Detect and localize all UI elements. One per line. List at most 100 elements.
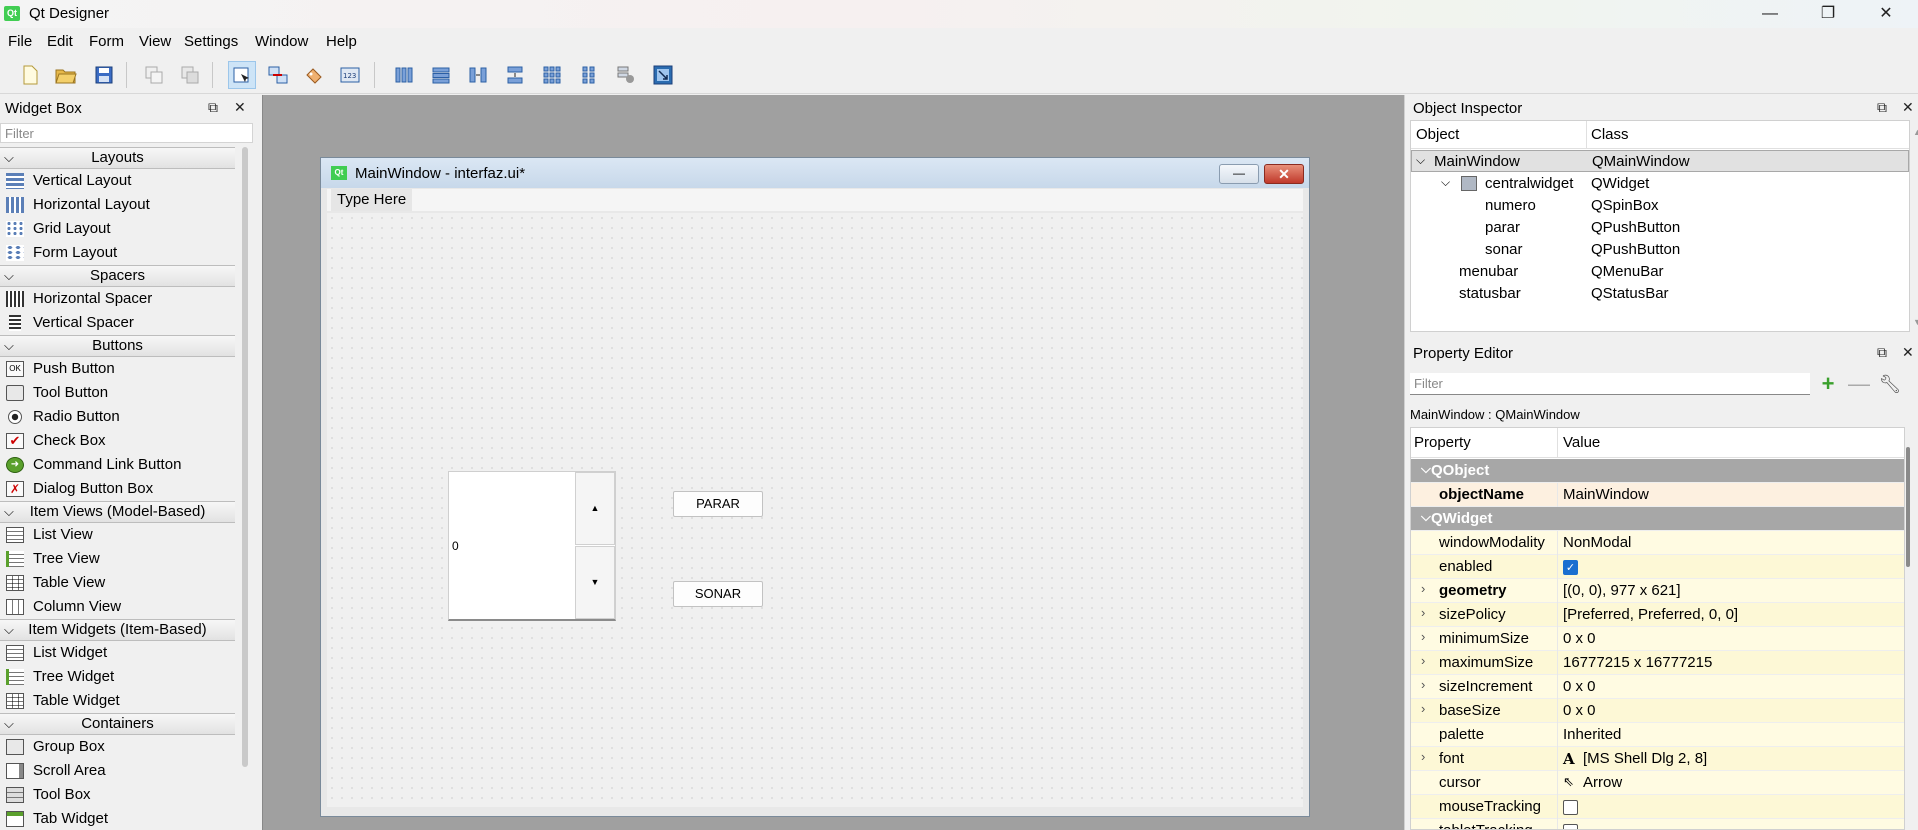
copy-button[interactable] bbox=[140, 61, 168, 89]
menu-file[interactable]: File bbox=[8, 33, 32, 50]
chevron-right-icon[interactable]: › bbox=[1421, 749, 1425, 764]
spin-down-button[interactable]: ▼ bbox=[575, 546, 615, 619]
property-value[interactable]: 0 x 0 bbox=[1563, 702, 1596, 719]
category-containers[interactable]: ⌵ Containers bbox=[0, 713, 235, 735]
edit-signals-button[interactable] bbox=[264, 61, 292, 89]
property-value[interactable]: MainWindow bbox=[1563, 486, 1649, 503]
tree-row-numero[interactable]: numero QSpinBox bbox=[1411, 195, 1909, 217]
widget-list-widget[interactable]: List Widget bbox=[0, 641, 235, 665]
form-minimize-button[interactable]: — bbox=[1219, 164, 1259, 184]
chevron-right-icon[interactable]: › bbox=[1421, 701, 1425, 716]
mousetracking-checkbox[interactable] bbox=[1563, 798, 1578, 815]
property-row-maximumsize[interactable]: › maximumSize 16777215 x 16777215 bbox=[1411, 651, 1904, 675]
property-row-objectname[interactable]: objectName MainWindow bbox=[1411, 483, 1904, 507]
sonar-button[interactable]: SONAR bbox=[673, 581, 763, 607]
scroll-up-icon[interactable]: ▲ bbox=[1913, 127, 1918, 137]
lay-out-horizontally-button[interactable] bbox=[390, 61, 418, 89]
edit-tab-order-button[interactable]: 123 bbox=[336, 61, 364, 89]
form-window[interactable]: Qt MainWindow - interfaz.ui* — ✕ Type He… bbox=[320, 157, 1310, 817]
open-form-button[interactable] bbox=[52, 61, 80, 89]
property-row-mousetracking[interactable]: mouseTracking bbox=[1411, 795, 1904, 819]
category-item-views[interactable]: ⌵ Item Views (Model-Based) bbox=[0, 501, 235, 523]
column-header-property[interactable]: Property bbox=[1414, 434, 1471, 451]
property-row-cursor[interactable]: cursor ⇖ Arrow bbox=[1411, 771, 1904, 795]
numero-spinbox[interactable]: 0 ▲ ▼ bbox=[448, 471, 616, 621]
lay-out-vertically-button[interactable] bbox=[427, 61, 455, 89]
category-spacers[interactable]: ⌵ Spacers bbox=[0, 265, 235, 287]
lay-out-in-grid-button[interactable] bbox=[538, 61, 566, 89]
widget-vertical-spacer[interactable]: Vertical Spacer bbox=[0, 311, 235, 335]
chevron-right-icon[interactable]: › bbox=[1421, 629, 1425, 644]
parar-button[interactable]: PARAR bbox=[673, 491, 763, 517]
horizontal-splitter-button[interactable] bbox=[464, 61, 492, 89]
property-row-sizepolicy[interactable]: › sizePolicy [Preferred, Preferred, 0, 0… bbox=[1411, 603, 1904, 627]
break-layout-button[interactable] bbox=[612, 61, 640, 89]
tree-row-sonar[interactable]: sonar QPushButton bbox=[1411, 239, 1909, 261]
paste-button[interactable] bbox=[176, 61, 204, 89]
category-item-widgets[interactable]: ⌵ Item Widgets (Item-Based) bbox=[0, 619, 235, 641]
property-row-tablettracking[interactable]: tabletTracking bbox=[1411, 819, 1904, 829]
property-value[interactable]: Inherited bbox=[1563, 726, 1621, 743]
close-icon[interactable]: ✕ bbox=[1902, 344, 1914, 361]
widget-command-link-button[interactable]: ➜ Command Link Button bbox=[0, 453, 235, 477]
chevron-right-icon[interactable]: › bbox=[1421, 605, 1425, 620]
property-row-enabled[interactable]: enabled ✓ bbox=[1411, 555, 1904, 579]
adjust-size-button[interactable] bbox=[649, 61, 677, 89]
menu-help[interactable]: Help bbox=[326, 33, 357, 50]
property-value[interactable]: [(0, 0), 977 x 621] bbox=[1563, 582, 1681, 599]
property-editor-scroll-thumb[interactable] bbox=[1906, 447, 1910, 567]
property-row-sizeincrement[interactable]: › sizeIncrement 0 x 0 bbox=[1411, 675, 1904, 699]
widget-table-widget[interactable]: Table Widget bbox=[0, 689, 235, 713]
widget-column-view[interactable]: Column View bbox=[0, 595, 235, 619]
chevron-right-icon[interactable]: › bbox=[1421, 677, 1425, 692]
form-title-bar[interactable]: Qt MainWindow - interfaz.ui* — ✕ bbox=[321, 158, 1309, 188]
property-group-qwidget[interactable]: ⌵ QWidget bbox=[1411, 507, 1904, 531]
widget-scroll-area[interactable]: Scroll Area bbox=[0, 759, 235, 783]
close-icon[interactable]: ✕ bbox=[234, 99, 246, 116]
float-icon[interactable]: ⧉ bbox=[1877, 344, 1887, 361]
float-icon[interactable]: ⧉ bbox=[208, 99, 218, 116]
save-form-button[interactable] bbox=[90, 61, 118, 89]
property-value[interactable]: NonModal bbox=[1563, 534, 1631, 551]
category-layouts[interactable]: ⌵ Layouts bbox=[0, 147, 235, 169]
property-filter-input[interactable]: Filter bbox=[1410, 373, 1810, 395]
maximize-button[interactable]: ❐ bbox=[1800, 0, 1856, 28]
widget-filter-input[interactable]: Filter bbox=[0, 123, 253, 143]
edit-widgets-button[interactable] bbox=[228, 61, 256, 89]
property-value[interactable]: 0 x 0 bbox=[1563, 678, 1596, 695]
column-header-object[interactable]: Object bbox=[1416, 126, 1459, 143]
property-row-palette[interactable]: palette Inherited bbox=[1411, 723, 1904, 747]
property-value[interactable]: 16777215 x 16777215 bbox=[1563, 654, 1712, 671]
column-header-value[interactable]: Value bbox=[1563, 434, 1600, 451]
property-row-basesize[interactable]: › baseSize 0 x 0 bbox=[1411, 699, 1904, 723]
add-dynamic-property-icon[interactable]: + bbox=[1815, 373, 1841, 397]
chevron-right-icon[interactable]: › bbox=[1421, 653, 1425, 668]
widget-list-view[interactable]: List View bbox=[0, 523, 235, 547]
property-row-geometry[interactable]: › geometry [(0, 0), 977 x 621] bbox=[1411, 579, 1904, 603]
enabled-checkbox[interactable]: ✓ bbox=[1563, 558, 1578, 575]
property-row-font[interactable]: › font A [MS Shell Dlg 2, 8] bbox=[1411, 747, 1904, 771]
float-icon[interactable]: ⧉ bbox=[1877, 99, 1887, 116]
menu-view[interactable]: View bbox=[139, 33, 171, 50]
tree-row-menubar[interactable]: menubar QMenuBar bbox=[1411, 261, 1909, 283]
property-value[interactable]: Arrow bbox=[1583, 774, 1622, 791]
type-here-menu[interactable]: Type Here bbox=[331, 189, 413, 211]
menu-window[interactable]: Window bbox=[255, 33, 308, 50]
widget-box-scrollbar[interactable] bbox=[242, 147, 248, 767]
menu-form[interactable]: Form bbox=[89, 33, 124, 50]
widget-radio-button[interactable]: Radio Button bbox=[0, 405, 235, 429]
object-inspector-scrollbar[interactable]: ▲ ▼ bbox=[1911, 121, 1918, 333]
central-widget[interactable]: 0 ▲ ▼ PARAR SONAR bbox=[327, 213, 1303, 807]
new-form-button[interactable] bbox=[16, 61, 44, 89]
tree-row-mainwindow[interactable]: ⌵ MainWindow QMainWindow bbox=[1411, 150, 1909, 172]
edit-buddies-button[interactable] bbox=[300, 61, 328, 89]
tree-row-parar[interactable]: parar QPushButton bbox=[1411, 217, 1909, 239]
property-row-windowmodality[interactable]: windowModality NonModal bbox=[1411, 531, 1904, 555]
widget-grid-layout[interactable]: Grid Layout bbox=[0, 217, 235, 241]
property-row-minimumsize[interactable]: › minimumSize 0 x 0 bbox=[1411, 627, 1904, 651]
wrench-icon[interactable]: 🔧︎ bbox=[1877, 373, 1903, 397]
property-value[interactable]: [MS Shell Dlg 2, 8] bbox=[1583, 750, 1707, 767]
widget-vertical-layout[interactable]: Vertical Layout bbox=[0, 169, 235, 193]
property-value[interactable]: 0 x 0 bbox=[1563, 630, 1596, 647]
widget-horizontal-layout[interactable]: Horizontal Layout bbox=[0, 193, 235, 217]
